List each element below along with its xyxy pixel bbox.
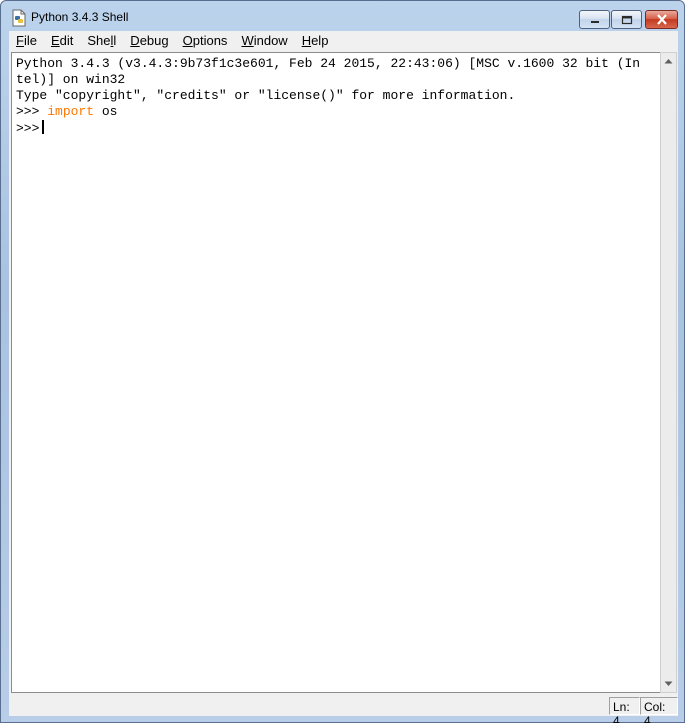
maximize-icon <box>621 10 633 29</box>
command-args: os <box>94 104 118 119</box>
menu-debug[interactable]: Debug <box>123 33 175 48</box>
shell-output: Python 3.4.3 (v3.4.3:9b73f1c3e601, Feb 2… <box>16 56 640 137</box>
client-area: Python 3.4.3 (v3.4.3:9b73f1c3e601, Feb 2… <box>9 50 678 723</box>
vertical-scrollbar[interactable] <box>660 52 677 693</box>
window-title: Python 3.4.3 Shell <box>31 10 129 24</box>
python-file-icon <box>11 9 27 27</box>
prompt: >>> <box>16 104 48 119</box>
menu-bar: File Edit Shell Debug Options Window Hel… <box>9 31 678 50</box>
text-cursor <box>42 120 45 134</box>
scroll-up-button[interactable] <box>661 53 676 69</box>
banner-line-3: Type "copyright", "credits" or "license(… <box>16 88 516 103</box>
scroll-down-button[interactable] <box>661 676 676 692</box>
status-bar: Ln: 4 Col: 4 <box>9 695 678 723</box>
status-line-number: Ln: 4 <box>609 697 640 723</box>
minimize-button[interactable] <box>579 10 610 29</box>
menu-shell[interactable]: Shell <box>80 33 123 48</box>
banner-line-2: tel)] on win32 <box>16 72 126 87</box>
idle-shell-window: Python 3.4.3 Shell File Edit Shell Debug… <box>0 0 685 723</box>
status-column-number: Col: 4 <box>640 697 678 723</box>
prompt-current: >>> <box>16 121 40 136</box>
menu-options[interactable]: Options <box>176 33 235 48</box>
shell-text-area[interactable]: Python 3.4.3 (v3.4.3:9b73f1c3e601, Feb 2… <box>11 52 660 693</box>
title-bar[interactable]: Python 3.4.3 Shell <box>1 1 684 31</box>
minimize-icon <box>589 10 601 29</box>
close-button[interactable] <box>645 10 678 29</box>
scroll-down-arrow-icon <box>664 680 673 689</box>
scroll-up-arrow-icon <box>664 57 673 66</box>
menu-file[interactable]: File <box>9 33 44 48</box>
keyword-import: import <box>47 104 95 119</box>
close-icon <box>656 10 668 29</box>
menu-window[interactable]: Window <box>234 33 294 48</box>
menu-edit[interactable]: Edit <box>44 33 80 48</box>
menu-help[interactable]: Help <box>295 33 336 48</box>
banner-line-1: Python 3.4.3 (v3.4.3:9b73f1c3e601, Feb 2… <box>16 56 641 71</box>
maximize-button[interactable] <box>611 10 642 29</box>
